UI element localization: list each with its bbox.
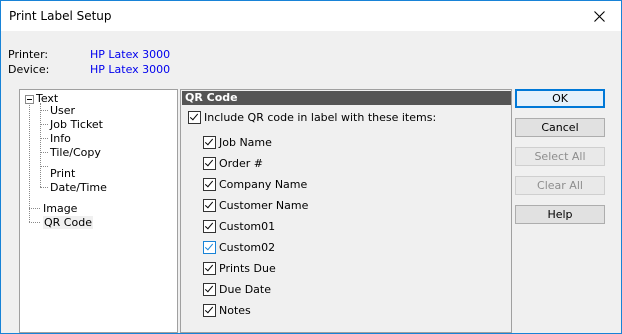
item-checkbox-customer-name[interactable]: Customer Name bbox=[203, 199, 308, 212]
checkbox-box[interactable] bbox=[203, 178, 216, 191]
checkbox-box[interactable] bbox=[203, 136, 216, 149]
item-label: Order # bbox=[219, 157, 263, 170]
device-value: HP Latex 3000 bbox=[90, 63, 171, 76]
checkbox-box[interactable] bbox=[203, 199, 216, 212]
item-checkbox-prints-due[interactable]: Prints Due bbox=[203, 262, 276, 275]
tree-item-job-ticket[interactable]: Job Ticket bbox=[50, 118, 103, 131]
item-checkbox-notes[interactable]: Notes bbox=[203, 304, 251, 317]
item-label: Prints Due bbox=[219, 262, 276, 275]
print-label-setup-dialog: Print Label Setup Printer: HP Latex 3000… bbox=[0, 0, 622, 334]
help-button[interactable]: Help bbox=[515, 205, 605, 224]
tree-connector bbox=[40, 103, 41, 187]
title-bar: Print Label Setup bbox=[1, 1, 621, 31]
qr-code-panel: QR Code Include QR code in label with th… bbox=[180, 89, 512, 333]
window-title: Print Label Setup bbox=[9, 9, 112, 23]
tree-connector bbox=[40, 187, 48, 188]
tree-connector bbox=[40, 110, 48, 111]
checkbox-box[interactable] bbox=[203, 241, 216, 254]
tree-connector bbox=[29, 208, 40, 209]
include-qr-checkbox[interactable]: Include QR code in label with these item… bbox=[188, 111, 436, 124]
tree-connector bbox=[29, 103, 30, 222]
clear-all-button[interactable]: Clear All bbox=[515, 176, 605, 195]
item-label: Job Name bbox=[219, 136, 272, 149]
item-label: Due Date bbox=[219, 283, 271, 296]
checkbox-box[interactable] bbox=[203, 157, 216, 170]
checkbox-box[interactable] bbox=[203, 304, 216, 317]
item-checkbox-order[interactable]: Order # bbox=[203, 157, 263, 170]
tree-collapse-icon[interactable] bbox=[25, 95, 34, 104]
cancel-button[interactable]: Cancel bbox=[515, 118, 605, 137]
tree-connector bbox=[29, 222, 40, 223]
item-label: Customer Name bbox=[219, 199, 309, 212]
printer-label: Printer: bbox=[8, 48, 49, 61]
item-checkbox-due-date[interactable]: Due Date bbox=[203, 283, 271, 296]
checkbox-box[interactable] bbox=[203, 262, 216, 275]
tree-item-image[interactable]: Image bbox=[43, 202, 77, 215]
tree-item-tile-copy[interactable]: Tile/Copy bbox=[50, 146, 101, 159]
ok-button[interactable]: OK bbox=[515, 89, 605, 108]
item-checkbox-job-name[interactable]: Job Name bbox=[203, 136, 272, 149]
item-label: Notes bbox=[219, 304, 251, 317]
panel-title: QR Code bbox=[182, 91, 511, 105]
device-label: Device: bbox=[8, 63, 50, 76]
tree-connector bbox=[40, 166, 48, 167]
tree-connector bbox=[40, 152, 48, 153]
checkbox-box[interactable] bbox=[188, 111, 201, 124]
item-label: Custom01 bbox=[219, 220, 276, 233]
tree-item-print[interactable]: Print bbox=[50, 167, 75, 180]
printer-value: HP Latex 3000 bbox=[90, 48, 171, 61]
include-qr-label: Include QR code in label with these item… bbox=[204, 111, 437, 124]
close-icon bbox=[593, 10, 605, 22]
item-checkbox-custom01[interactable]: Custom01 bbox=[203, 220, 275, 233]
checkbox-box[interactable] bbox=[203, 283, 216, 296]
tree-item-info[interactable]: Info bbox=[50, 132, 71, 145]
select-all-button[interactable]: Select All bbox=[515, 147, 605, 166]
item-checkbox-company-name[interactable]: Company Name bbox=[203, 178, 307, 191]
close-button[interactable] bbox=[577, 1, 621, 31]
tree-item-date-time[interactable]: Date/Time bbox=[50, 181, 107, 194]
item-label: Custom02 bbox=[219, 241, 276, 254]
category-tree[interactable]: Text User Job Ticket Info Tile/Copy Prin… bbox=[19, 89, 178, 333]
item-label: Company Name bbox=[219, 178, 308, 191]
tree-connector bbox=[40, 138, 48, 139]
tree-item-qr-code[interactable]: QR Code bbox=[43, 216, 93, 229]
item-checkbox-custom02[interactable]: Custom02 bbox=[203, 241, 275, 254]
checkbox-box[interactable] bbox=[203, 220, 216, 233]
tree-item-user[interactable]: User bbox=[50, 104, 75, 117]
tree-connector bbox=[40, 124, 48, 125]
